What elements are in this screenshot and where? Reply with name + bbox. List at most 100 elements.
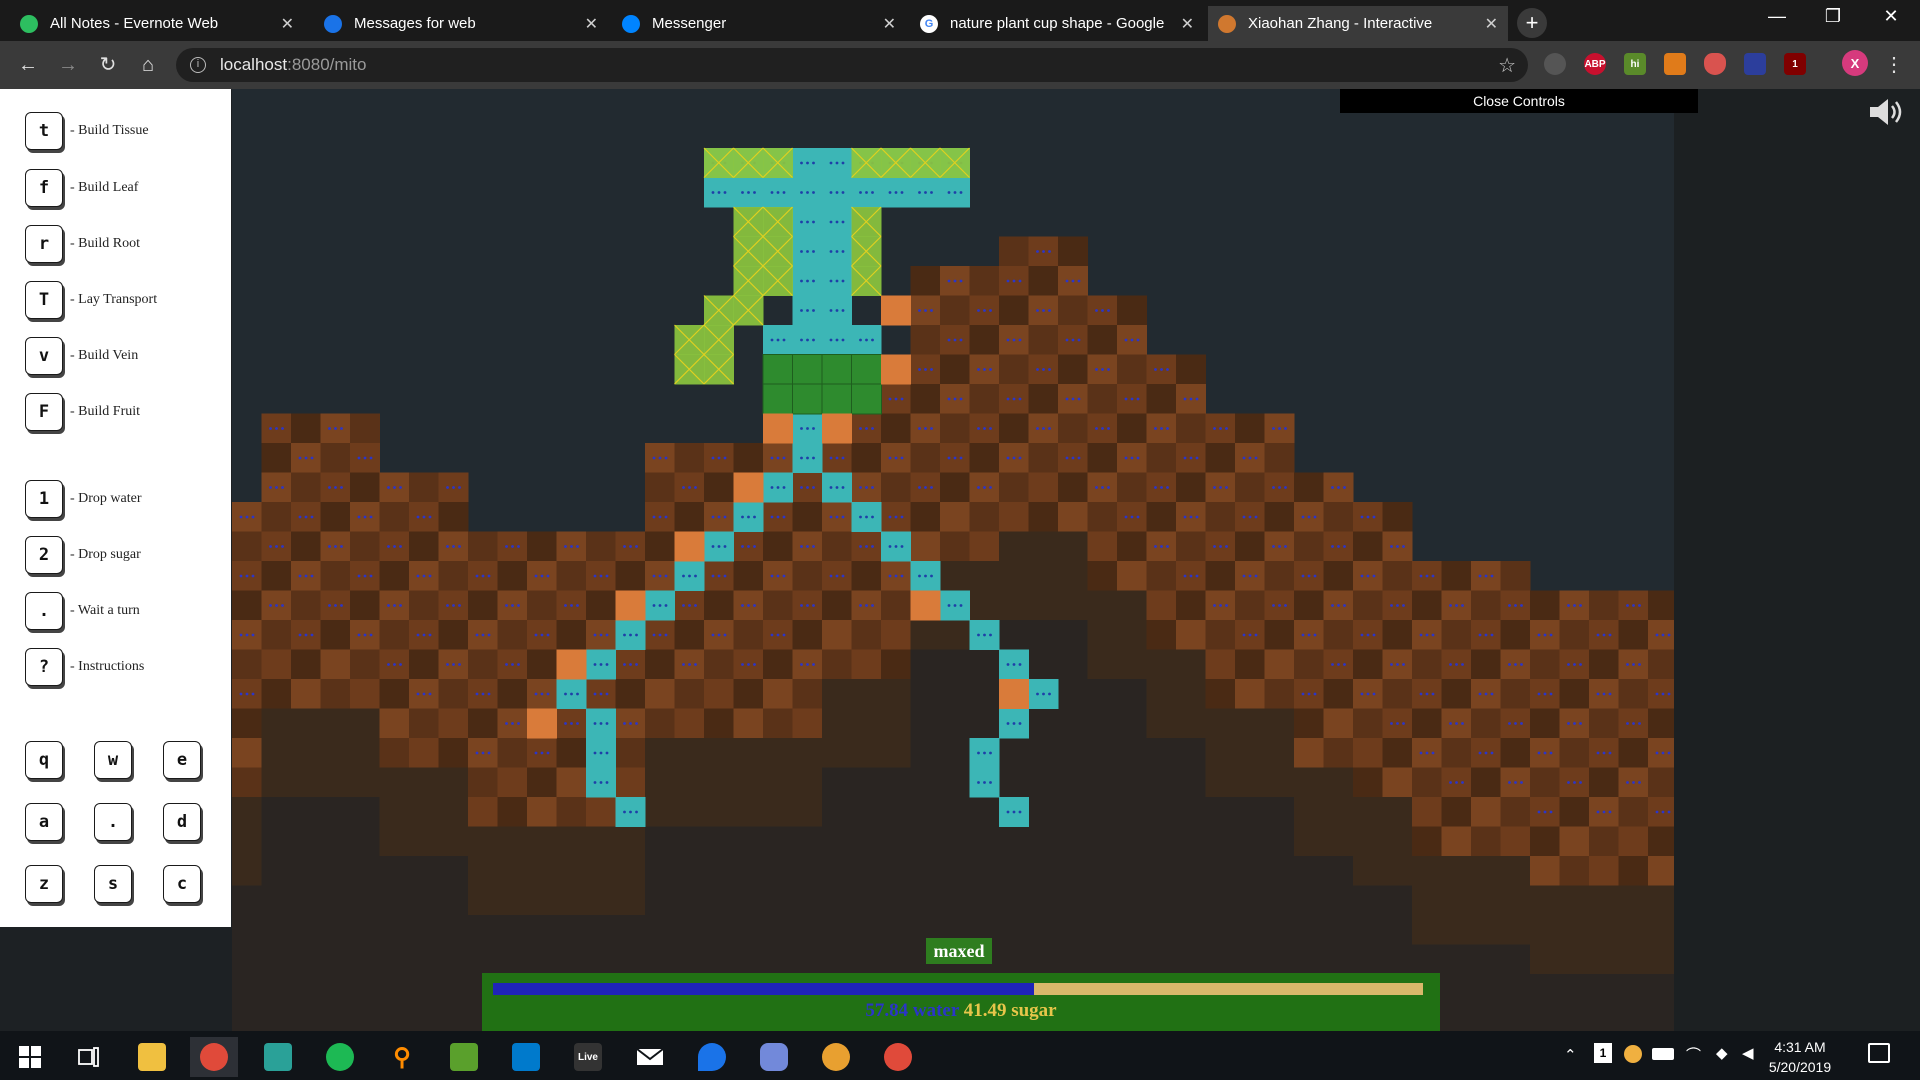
- maps-icon[interactable]: [688, 1037, 736, 1077]
- move-key-d[interactable]: d: [163, 803, 201, 841]
- vim-icon[interactable]: [440, 1037, 488, 1077]
- menu-kebab-icon[interactable]: ⋮: [1880, 51, 1908, 79]
- system-clock[interactable]: 4:31 AM 5/20/2019: [1760, 1037, 1840, 1077]
- live-icon[interactable]: Live: [564, 1037, 612, 1077]
- tab-xiaohan-zhang[interactable]: Xiaohan Zhang - Interactive ✕: [1208, 6, 1508, 41]
- weather-tray-icon[interactable]: [1624, 1045, 1642, 1063]
- ublock-origin-icon[interactable]: 1: [1784, 53, 1806, 75]
- info-icon[interactable]: i: [190, 57, 206, 73]
- tab-evernote[interactable]: All Notes - Evernote Web ✕: [10, 6, 304, 41]
- spotify-icon[interactable]: [316, 1037, 364, 1077]
- dropbox-icon[interactable]: ◆: [1716, 1044, 1728, 1062]
- tab-messenger[interactable]: Messenger ✕: [612, 6, 906, 41]
- close-icon[interactable]: ✕: [883, 14, 896, 34]
- control-build-tissue[interactable]: t - Build Tissue: [25, 112, 149, 150]
- file-explorer-icon[interactable]: [128, 1037, 176, 1077]
- key-f[interactable]: f: [25, 169, 63, 207]
- notification-count-badge[interactable]: 1: [1594, 1043, 1612, 1063]
- soil-cell: [320, 915, 351, 945]
- minimize-icon[interactable]: —: [1762, 6, 1792, 27]
- water-dot: [800, 191, 803, 194]
- speaker-icon[interactable]: ◀: [1742, 1044, 1754, 1062]
- key-period[interactable]: .: [25, 592, 63, 630]
- profile-avatar-icon[interactable]: X: [1842, 50, 1868, 76]
- adblock-plus-icon[interactable]: ABP: [1584, 53, 1606, 75]
- water-dot: [1160, 427, 1163, 430]
- action-center-icon[interactable]: [1868, 1043, 1890, 1063]
- control-drop-water[interactable]: 1 - Drop water: [25, 480, 142, 518]
- close-icon[interactable]: ✕: [1485, 14, 1498, 34]
- tab-messages[interactable]: Messages for web ✕: [314, 6, 608, 41]
- search-magnifier-icon[interactable]: ⚲: [378, 1037, 426, 1077]
- windows-start-icon[interactable]: [6, 1037, 54, 1077]
- grid-extension-icon[interactable]: [1744, 53, 1766, 75]
- tab-google-search[interactable]: G nature plant cup shape - Google ✕: [910, 6, 1204, 41]
- task-view-icon[interactable]: [65, 1037, 113, 1077]
- key-t[interactable]: t: [25, 112, 63, 150]
- control-build-leaf[interactable]: f - Build Leaf: [25, 169, 138, 207]
- new-tab-button[interactable]: +: [1517, 8, 1547, 38]
- water-dot: [564, 545, 567, 548]
- shield-extension-icon[interactable]: [1704, 53, 1726, 75]
- mail-icon[interactable]: [626, 1037, 674, 1077]
- key-F[interactable]: F: [25, 393, 63, 431]
- forward-arrow-icon[interactable]: →: [54, 51, 82, 79]
- volume-icon[interactable]: [1866, 95, 1906, 129]
- wifi-icon[interactable]: ⌒: [1686, 1044, 1701, 1065]
- water-dot: [959, 338, 963, 342]
- water-dot: [1077, 456, 1081, 460]
- bookmark-star-icon[interactable]: ☆: [1498, 53, 1516, 78]
- soil-cell: [1353, 767, 1383, 798]
- key-r[interactable]: r: [25, 225, 63, 263]
- soil-cell: [468, 767, 498, 798]
- home-icon[interactable]: ⌂: [134, 51, 162, 79]
- chrome-profile-icon[interactable]: [874, 1037, 922, 1077]
- chrome-icon[interactable]: [190, 1037, 238, 1077]
- move-key-e[interactable]: e: [163, 741, 201, 779]
- move-key-wait[interactable]: .: [94, 803, 132, 841]
- close-controls-button[interactable]: Close Controls: [1340, 89, 1698, 113]
- move-key-c[interactable]: c: [163, 865, 201, 903]
- honey-extension-icon[interactable]: hi: [1624, 53, 1646, 75]
- move-key-a[interactable]: a: [25, 803, 63, 841]
- battery-icon[interactable]: [1652, 1048, 1674, 1060]
- control-build-vein[interactable]: v - Build Vein: [25, 337, 138, 375]
- key-question[interactable]: ?: [25, 648, 63, 686]
- plug-extension-icon[interactable]: [1544, 53, 1566, 75]
- move-key-s[interactable]: s: [94, 865, 132, 903]
- control-build-fruit[interactable]: F - Build Fruit: [25, 393, 140, 431]
- key-v[interactable]: v: [25, 337, 63, 375]
- control-drop-sugar[interactable]: 2 - Drop sugar: [25, 536, 141, 574]
- soil-cell: [910, 826, 941, 857]
- key-2[interactable]: 2: [25, 536, 63, 574]
- restore-icon[interactable]: ❐: [1818, 6, 1848, 27]
- close-icon[interactable]: ✕: [281, 14, 294, 34]
- control-lay-transport[interactable]: T - Lay Transport: [25, 281, 157, 319]
- notes-extension-icon[interactable]: [1664, 53, 1686, 75]
- move-key-w[interactable]: w: [94, 741, 132, 779]
- paint-icon[interactable]: [812, 1037, 860, 1077]
- tray-chevron-icon[interactable]: ⌃: [1564, 1046, 1577, 1064]
- move-key-z[interactable]: z: [25, 865, 63, 903]
- game-world[interactable]: [232, 89, 1674, 1031]
- move-key-q[interactable]: q: [25, 741, 63, 779]
- control-wait-turn[interactable]: . - Wait a turn: [25, 592, 140, 630]
- close-icon[interactable]: ✕: [1181, 14, 1194, 34]
- control-build-root[interactable]: r - Build Root: [25, 225, 140, 263]
- water-dot: [812, 545, 815, 548]
- key-1[interactable]: 1: [25, 480, 63, 518]
- water-dot: [511, 663, 514, 666]
- window-close-icon[interactable]: ✕: [1876, 6, 1906, 27]
- vscode-icon[interactable]: [502, 1037, 550, 1077]
- back-arrow-icon[interactable]: ←: [14, 51, 42, 79]
- terminal-icon[interactable]: [254, 1037, 302, 1077]
- close-icon[interactable]: ✕: [585, 14, 598, 34]
- control-instructions[interactable]: ? - Instructions: [25, 648, 144, 686]
- reload-icon[interactable]: ↻: [94, 51, 122, 79]
- discord-icon[interactable]: [750, 1037, 798, 1077]
- key-T[interactable]: T: [25, 281, 63, 319]
- water-dot: [635, 663, 638, 666]
- address-bar[interactable]: i localhost:8080/mito ☆: [176, 48, 1528, 82]
- water-dot: [800, 545, 803, 548]
- water-dot: [1042, 309, 1045, 312]
